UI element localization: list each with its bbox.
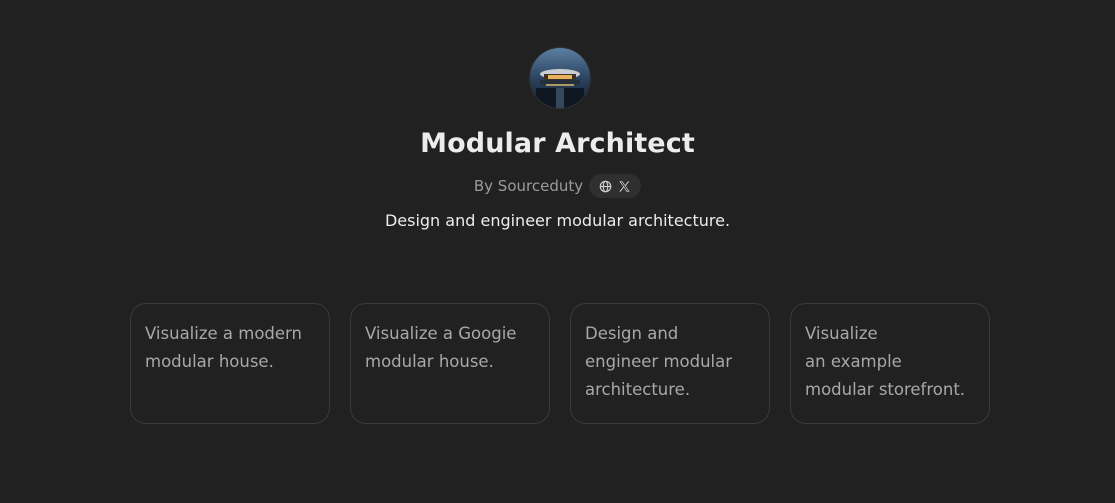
- author-byline: By Sourceduty: [0, 174, 1115, 198]
- gpt-avatar: [530, 48, 590, 108]
- conversation-starters: Visualize a modern modular house. Visual…: [130, 303, 990, 424]
- conversation-starter-2[interactable]: Visualize a Googie modular house.: [350, 303, 550, 424]
- author-name: By Sourceduty: [473, 177, 584, 195]
- globe-icon[interactable]: [599, 180, 612, 193]
- gpt-description: Design and engineer modular architecture…: [384, 211, 731, 230]
- gpt-landing: Modular Architect By Sourceduty Design a…: [0, 0, 1115, 503]
- conversation-starter-3[interactable]: Design and engineer modular architecture…: [570, 303, 770, 424]
- social-links: [589, 174, 642, 198]
- conversation-starter-4[interactable]: Visualize an example modular storefront.: [790, 303, 990, 424]
- gpt-title: Modular Architect: [420, 128, 695, 159]
- avatar-image: [530, 48, 590, 108]
- conversation-starter-1[interactable]: Visualize a modern modular house.: [130, 303, 330, 424]
- x-logo-icon[interactable]: [618, 180, 631, 193]
